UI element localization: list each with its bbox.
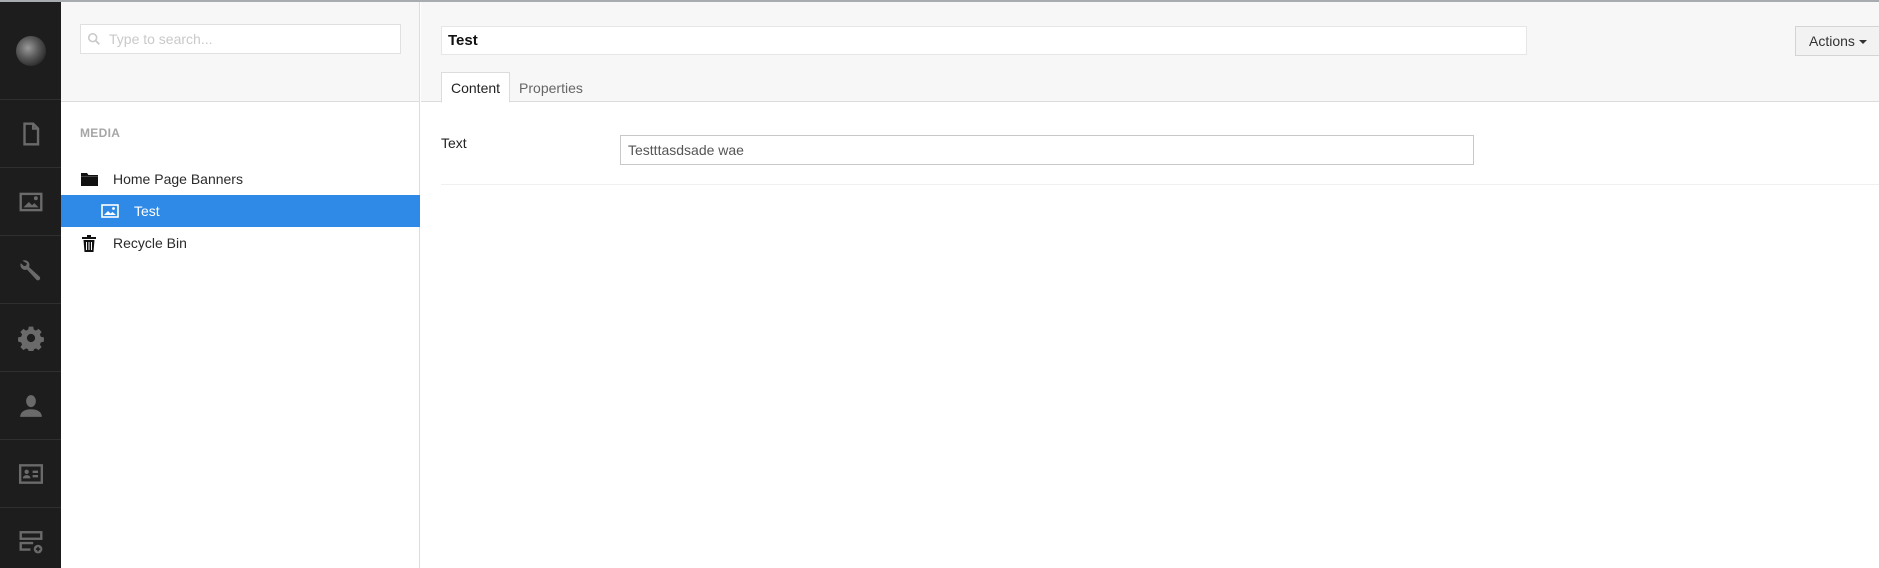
editor-header: Actions Content Properties (421, 2, 1879, 103)
nav-item-content[interactable] (0, 100, 61, 168)
nav-item-settings[interactable] (0, 236, 61, 304)
tree-item-label: Home Page Banners (113, 171, 243, 187)
folder-icon (79, 170, 99, 188)
nav-item-users[interactable] (0, 372, 61, 440)
avatar-image (15, 35, 46, 66)
app-navigation (0, 2, 61, 568)
tab-content[interactable]: Content (441, 72, 511, 103)
image-icon (100, 202, 120, 220)
tree-item-label: Test (134, 203, 160, 219)
tree-item-home-page-banners[interactable]: Home Page Banners (61, 163, 420, 195)
actions-label: Actions (1809, 33, 1855, 49)
wrench-icon (19, 259, 40, 280)
nav-item-media[interactable] (0, 168, 61, 236)
property-label: Text (441, 135, 467, 151)
text-property-input[interactable] (620, 135, 1474, 165)
document-icon (22, 122, 39, 145)
search-input[interactable] (109, 31, 400, 47)
id-card-icon (18, 463, 43, 484)
search-icon (87, 32, 100, 45)
node-name-input[interactable] (441, 26, 1527, 55)
nav-item-members[interactable] (0, 440, 61, 508)
tree-item-test[interactable]: Test (61, 195, 420, 227)
tab-properties[interactable]: Properties (510, 72, 592, 103)
add-form-icon (19, 530, 42, 553)
trash-icon (79, 234, 99, 252)
tree-header (61, 2, 419, 102)
caret-down-icon (1858, 40, 1867, 45)
user-avatar[interactable] (0, 2, 61, 100)
image-icon (19, 192, 42, 211)
nav-item-forms[interactable] (0, 508, 61, 568)
tree-search[interactable] (80, 24, 401, 54)
editor-panel: Actions Content Properties Text (421, 2, 1879, 568)
section-title: MEDIA (80, 126, 121, 140)
actions-button[interactable]: Actions (1795, 26, 1879, 56)
editor-tabs: Content Properties (441, 72, 592, 103)
tree-item-label: Recycle Bin (113, 235, 187, 251)
nav-item-developer[interactable] (0, 304, 61, 372)
property-row-text: Text (441, 122, 1879, 185)
user-icon (19, 394, 42, 417)
media-tree-panel: MEDIA Home Page Banners Test Recycle Bin (61, 2, 420, 568)
tree-item-recycle-bin[interactable]: Recycle Bin (61, 227, 420, 259)
gear-icon (17, 326, 44, 351)
